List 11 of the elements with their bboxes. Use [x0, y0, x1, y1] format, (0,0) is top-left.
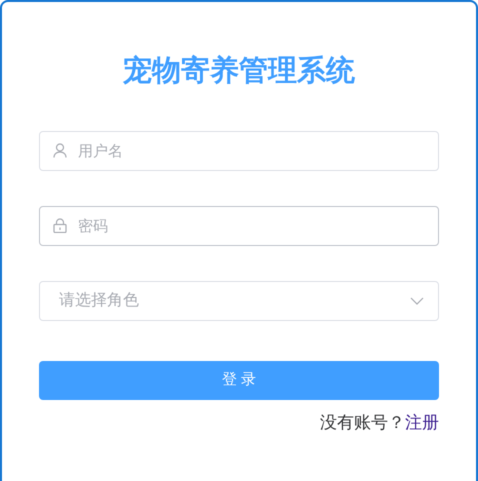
password-field[interactable]: 密码	[39, 206, 439, 246]
chevron-down-icon	[410, 297, 424, 305]
role-select[interactable]: 请选择角色	[39, 281, 439, 321]
app-title: 宠物寄养管理系统	[123, 54, 355, 89]
no-account-text: 没有账号？	[320, 412, 405, 434]
select-placeholder: 请选择角色	[59, 290, 140, 311]
user-icon	[53, 143, 67, 158]
lock-icon	[53, 218, 67, 233]
login-button[interactable]: 登 录	[39, 361, 439, 400]
username-field[interactable]: 用户名	[39, 131, 439, 171]
register-link[interactable]: 注册	[405, 410, 439, 436]
